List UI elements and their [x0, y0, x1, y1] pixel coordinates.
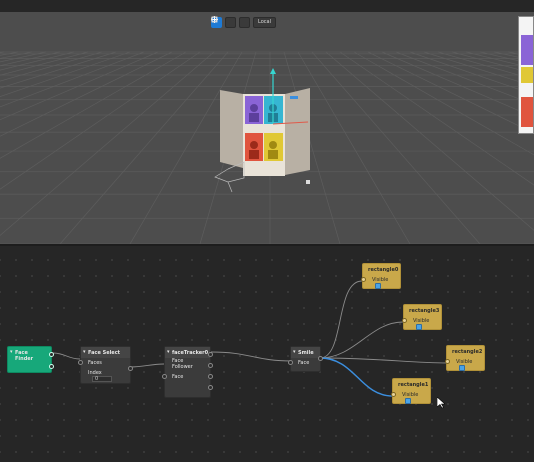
rectangle2-visible-row: Visible — [445, 357, 484, 374]
rectangle3-visible-row: Visible — [402, 316, 441, 333]
smile-input-port[interactable] — [288, 360, 293, 365]
face-tracker-face-label: Face — [172, 374, 184, 380]
preview-tile-purple — [521, 35, 533, 65]
tracker-output-port-4[interactable] — [208, 385, 213, 390]
index-input[interactable]: 0 — [92, 376, 112, 382]
simulator-preview[interactable] — [518, 16, 534, 134]
face-select-title: Face Select — [81, 347, 130, 358]
tracker-output-port-3[interactable] — [208, 374, 213, 379]
face-tracker-node[interactable]: faceTracker0 Face Follower Face — [162, 346, 213, 398]
faces-input-port[interactable] — [78, 360, 83, 365]
rectangle3-node[interactable]: rectangle3 Visible — [402, 304, 442, 333]
local-space-button[interactable]: Local — [211, 16, 276, 28]
rectangle3-input-port[interactable] — [402, 318, 407, 323]
rectangle1-visible-checkbox[interactable] — [405, 398, 411, 404]
smile-title: Smile — [291, 347, 320, 358]
rectangle2-visible-checkbox[interactable] — [459, 365, 465, 371]
face-tracker-input-port[interactable] — [162, 374, 167, 379]
rotate-tool-button[interactable] — [211, 16, 236, 28]
face-finder-node[interactable]: Face Finder — [7, 346, 54, 373]
face-select-node[interactable]: Face Select Faces Index 0 — [78, 346, 133, 385]
cube-icon — [211, 16, 217, 22]
face-select-faces-row: Faces — [78, 358, 133, 371]
face-tracker-face-row: Face — [162, 372, 210, 382]
face-finder-title: Face Finder — [8, 347, 51, 364]
rectangle0-input-port[interactable] — [361, 277, 366, 282]
tracker-output-port-1[interactable] — [208, 352, 213, 357]
rectangle0-title: rectangle0 — [368, 267, 399, 273]
patch-editor[interactable]: Face Finder Face Select Faces Index 0 fa… — [0, 246, 534, 462]
mouse-cursor-icon — [437, 397, 445, 409]
smile-face-label: Face — [298, 360, 310, 366]
scale-tool-button[interactable] — [211, 16, 250, 28]
face-follower-label: Face Follower — [172, 358, 193, 370]
rectangle0-node[interactable]: rectangle0 Visible — [361, 263, 401, 292]
rectangle2-title: rectangle2 — [452, 349, 483, 355]
face-finder-output-port[interactable] — [49, 352, 54, 357]
face-finder-count-port[interactable] — [49, 364, 54, 369]
grid-floor — [0, 51, 534, 244]
scene-viewport[interactable]: Local — [0, 12, 534, 244]
preview-tile-red — [521, 97, 533, 127]
rectangle2-input-port[interactable] — [445, 359, 450, 364]
rectangle1-node[interactable]: rectangle1 Visible — [391, 378, 431, 407]
smile-face-row: Face — [288, 358, 320, 368]
local-space-label: Local — [258, 19, 271, 25]
rectangle2-node[interactable]: rectangle2 Visible — [445, 345, 485, 374]
rectangle0-visible-row: Visible — [361, 275, 400, 292]
face-select-index-row: Index 0 — [81, 368, 130, 385]
smile-output-port[interactable] — [318, 356, 323, 361]
rectangle3-visible-checkbox[interactable] — [416, 324, 422, 330]
rectangle0-visible-checkbox[interactable] — [375, 283, 381, 289]
tracker-output-port-2[interactable] — [208, 363, 213, 368]
transform-toolbar: Local — [211, 16, 276, 28]
faces-label: Faces — [88, 360, 102, 366]
preview-tile-yellow — [521, 67, 533, 83]
rectangle1-visible-row: Visible — [391, 390, 430, 407]
rectangle3-title: rectangle3 — [409, 308, 440, 314]
smile-node[interactable]: Smile Face — [288, 346, 323, 372]
rectangle1-input-port[interactable] — [391, 392, 396, 397]
face-tracker-title: faceTracker0 — [165, 347, 210, 358]
face-follower-row: Face Follower — [165, 358, 210, 372]
rectangle1-title: rectangle1 — [398, 382, 429, 388]
